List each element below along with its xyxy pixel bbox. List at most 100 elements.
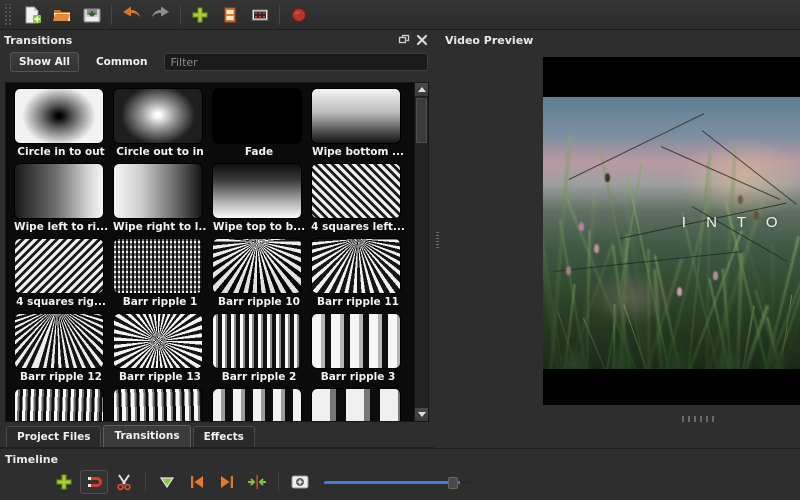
new-project-button[interactable] bbox=[17, 2, 47, 28]
toolbar-separator bbox=[111, 4, 112, 25]
transition-label: Barr ripple 3 bbox=[320, 371, 396, 383]
transition-thumbnail[interactable] bbox=[113, 238, 203, 294]
open-project-button[interactable] bbox=[47, 2, 77, 28]
transition-thumbnail[interactable] bbox=[311, 313, 401, 369]
transition-item[interactable]: Wipe left to ri... bbox=[14, 163, 110, 236]
transition-item[interactable]: Wipe bottom ... bbox=[311, 88, 407, 161]
timeline-dock: Timeline bbox=[0, 448, 800, 500]
transition-thumbnail[interactable] bbox=[212, 163, 302, 219]
transition-thumbnail[interactable] bbox=[14, 88, 104, 144]
transition-label: Barr ripple 12 bbox=[20, 371, 102, 383]
transition-item[interactable]: Barr ripple 10 bbox=[212, 238, 308, 311]
export-video-button[interactable] bbox=[284, 2, 314, 28]
transition-item[interactable]: Barr ripple 13 bbox=[113, 313, 209, 386]
transition-thumbnail[interactable] bbox=[311, 163, 401, 219]
transition-item[interactable]: Barr ripple 1 bbox=[113, 238, 209, 311]
redo-button[interactable] bbox=[146, 2, 176, 28]
seed-stalk bbox=[702, 129, 798, 205]
transition-item[interactable] bbox=[113, 388, 209, 421]
timeline-toolbar bbox=[0, 469, 800, 495]
transition-label: Wipe left to ri... bbox=[14, 221, 108, 233]
transition-item[interactable]: Barr ripple 12 bbox=[14, 313, 110, 386]
add-marker-button[interactable] bbox=[153, 470, 181, 494]
zoom-slider-tail bbox=[460, 481, 470, 484]
transition-thumbnail[interactable] bbox=[14, 238, 104, 294]
transition-item[interactable]: 4 squares left... bbox=[311, 163, 407, 236]
transitions-scrollbar[interactable] bbox=[414, 83, 428, 421]
timeline-zoom-slider[interactable] bbox=[324, 474, 470, 490]
dock-tab-transitions[interactable]: Transitions bbox=[103, 425, 191, 447]
flower-bud bbox=[604, 173, 610, 183]
transition-thumbnail[interactable] bbox=[212, 313, 302, 369]
transition-thumbnail[interactable] bbox=[14, 388, 104, 421]
next-marker-button[interactable] bbox=[213, 470, 241, 494]
transition-item[interactable] bbox=[212, 388, 308, 421]
transition-thumbnail[interactable] bbox=[212, 88, 302, 144]
transition-item[interactable]: Wipe top to b... bbox=[212, 163, 308, 236]
timeline-title: Timeline bbox=[5, 452, 59, 466]
transition-label: Fade bbox=[244, 146, 274, 158]
transition-label: Barr ripple 1 bbox=[122, 296, 198, 308]
transition-item[interactable] bbox=[14, 388, 110, 421]
transition-item[interactable] bbox=[311, 388, 407, 421]
transition-item[interactable]: Fade bbox=[212, 88, 308, 161]
transition-thumbnail[interactable] bbox=[212, 238, 302, 294]
show-all-button[interactable]: Show All bbox=[10, 52, 79, 72]
transition-label: Barr ripple 11 bbox=[317, 296, 399, 308]
openshot-window: Transitions Show All Common Filter Circl… bbox=[0, 0, 800, 500]
transition-item[interactable]: Barr ripple 11 bbox=[311, 238, 407, 311]
fullscreen-button[interactable] bbox=[245, 2, 275, 28]
transition-item[interactable]: Circle in to out bbox=[14, 88, 110, 161]
toolbar-drag-handle[interactable] bbox=[3, 3, 13, 26]
filter-input[interactable] bbox=[164, 53, 428, 71]
scrollbar-track[interactable] bbox=[415, 96, 428, 408]
arrow-down-icon[interactable] bbox=[415, 408, 428, 421]
arrow-up-icon[interactable] bbox=[415, 83, 428, 96]
video-preview-surface[interactable]: I N T O bbox=[543, 57, 800, 405]
center-playhead-button[interactable] bbox=[243, 470, 271, 494]
snapshot-button[interactable] bbox=[286, 470, 314, 494]
import-files-button[interactable] bbox=[185, 2, 215, 28]
previous-marker-button[interactable] bbox=[183, 470, 211, 494]
transition-label: Barr ripple 10 bbox=[218, 296, 300, 308]
snapping-toggle-button[interactable] bbox=[80, 470, 108, 494]
transitions-grid-container: Circle in to out Circle out to in Fade Wipe… bbox=[5, 82, 429, 422]
seed-stalk bbox=[568, 112, 704, 180]
transition-thumbnail[interactable] bbox=[311, 88, 401, 144]
transition-item[interactable]: Circle out to in bbox=[113, 88, 209, 161]
undo-button[interactable] bbox=[116, 2, 146, 28]
transition-thumbnail[interactable] bbox=[311, 238, 401, 294]
dock-tab-effects[interactable]: Effects bbox=[192, 426, 255, 447]
transition-thumbnail[interactable] bbox=[212, 388, 302, 421]
transition-thumbnail[interactable] bbox=[113, 313, 203, 369]
transition-item[interactable]: Barr ripple 2 bbox=[212, 313, 308, 386]
horizontal-splitter-handle[interactable] bbox=[682, 416, 718, 422]
transition-item[interactable]: Wipe right to l... bbox=[113, 163, 209, 236]
dock-tab-bar[interactable]: Project Files Transitions Effects bbox=[0, 425, 434, 448]
float-window-icon[interactable] bbox=[396, 32, 412, 48]
transition-thumbnail[interactable] bbox=[14, 313, 104, 369]
scrollbar-thumb[interactable] bbox=[416, 98, 427, 143]
letterbox-top bbox=[543, 57, 800, 97]
video-preview-dock: Video Preview I N T O bbox=[440, 30, 800, 448]
common-button[interactable]: Common bbox=[87, 52, 157, 72]
seed-stalk bbox=[661, 145, 781, 200]
transition-thumbnail[interactable] bbox=[14, 163, 104, 219]
razor-tool-button[interactable] bbox=[110, 470, 138, 494]
transitions-grid[interactable]: Circle in to out Circle out to in Fade Wipe… bbox=[6, 83, 414, 421]
transitions-dock: Transitions Show All Common Filter Circl… bbox=[0, 30, 434, 448]
close-icon[interactable] bbox=[414, 32, 430, 48]
transition-thumbnail[interactable] bbox=[113, 388, 203, 421]
transition-item[interactable]: 4 squares rig... bbox=[14, 238, 110, 311]
save-project-button[interactable] bbox=[77, 2, 107, 28]
profile-button[interactable] bbox=[215, 2, 245, 28]
dock-tab-project-files[interactable]: Project Files bbox=[6, 426, 102, 447]
transition-thumbnail[interactable] bbox=[113, 163, 203, 219]
transition-label: Wipe right to l... bbox=[113, 221, 207, 233]
add-track-button[interactable] bbox=[50, 470, 78, 494]
transition-label: 4 squares rig... bbox=[16, 296, 106, 308]
transition-thumbnail[interactable] bbox=[113, 88, 203, 144]
transition-item[interactable]: Barr ripple 3 bbox=[311, 313, 407, 386]
zoom-slider-handle[interactable] bbox=[448, 477, 459, 489]
transition-thumbnail[interactable] bbox=[311, 388, 401, 421]
